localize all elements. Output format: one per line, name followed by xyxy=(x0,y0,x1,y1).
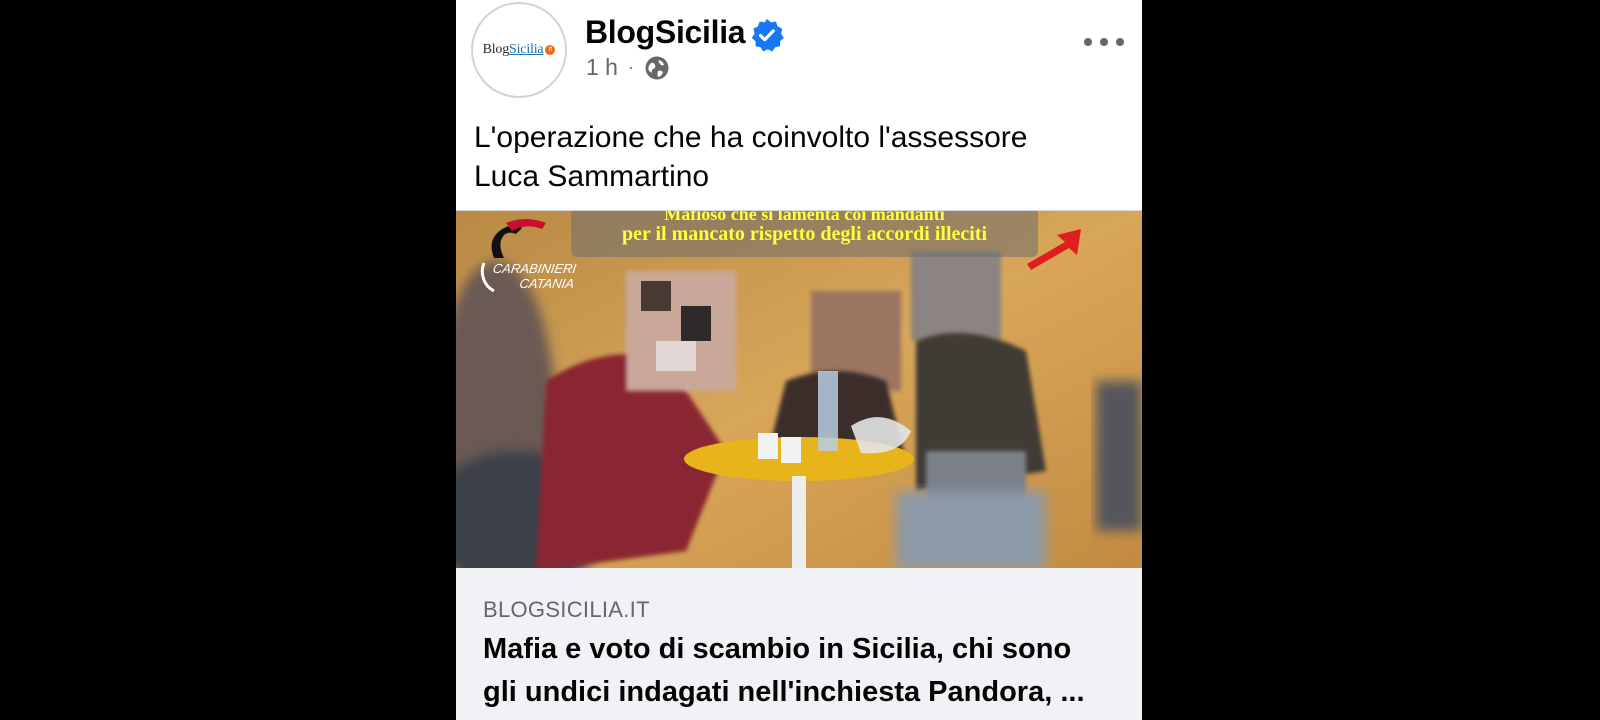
subtitle-line-1: Mafioso che si lamenta coi mandanti xyxy=(664,210,945,224)
page-name-link[interactable]: BlogSicilia xyxy=(585,14,746,51)
link-domain: BLOGSICILIA.IT xyxy=(483,597,650,622)
carabinieri-watermark: CARABINIERI CATANIA xyxy=(492,261,578,291)
globe-icon xyxy=(645,56,669,79)
verified-badge-icon xyxy=(751,19,784,52)
facebook-post: Blog Sicilia it BlogSicilia 1 h · L'operaz… xyxy=(456,0,1142,720)
post-header: Blog Sicilia it BlogSicilia 1 h · xyxy=(456,0,1142,104)
red-arrow-icon xyxy=(1027,229,1081,270)
post-time[interactable]: 1 h xyxy=(586,54,618,81)
video-subtitle-overlay: Mafioso che si lamenta coi mandanti per … xyxy=(571,211,1038,257)
post-image[interactable]: Mafioso che si lamenta coi mandanti per … xyxy=(456,210,1142,569)
page-avatar[interactable]: Blog Sicilia it xyxy=(471,2,567,98)
more-options-icon[interactable] xyxy=(1084,28,1124,56)
post-meta: 1 h · xyxy=(586,54,670,81)
meta-separator: · xyxy=(627,57,634,77)
link-preview[interactable]: BLOGSICILIA.IT Mafia e voto di scambio i… xyxy=(456,568,1142,720)
blogsicilia-logo: Blog Sicilia it xyxy=(483,42,556,58)
post-caption: L'operazione che ha coinvolto l'assessor… xyxy=(474,118,1124,196)
caption-line-1: L'operazione che ha coinvolto l'assessor… xyxy=(474,121,1028,154)
link-headline[interactable]: Mafia e voto di scambio in Sicilia, chi … xyxy=(483,628,1113,714)
subtitle-line-2: per il mancato rispetto degli accordi il… xyxy=(621,223,988,245)
caption-line-2: Luca Sammartino xyxy=(474,160,710,193)
